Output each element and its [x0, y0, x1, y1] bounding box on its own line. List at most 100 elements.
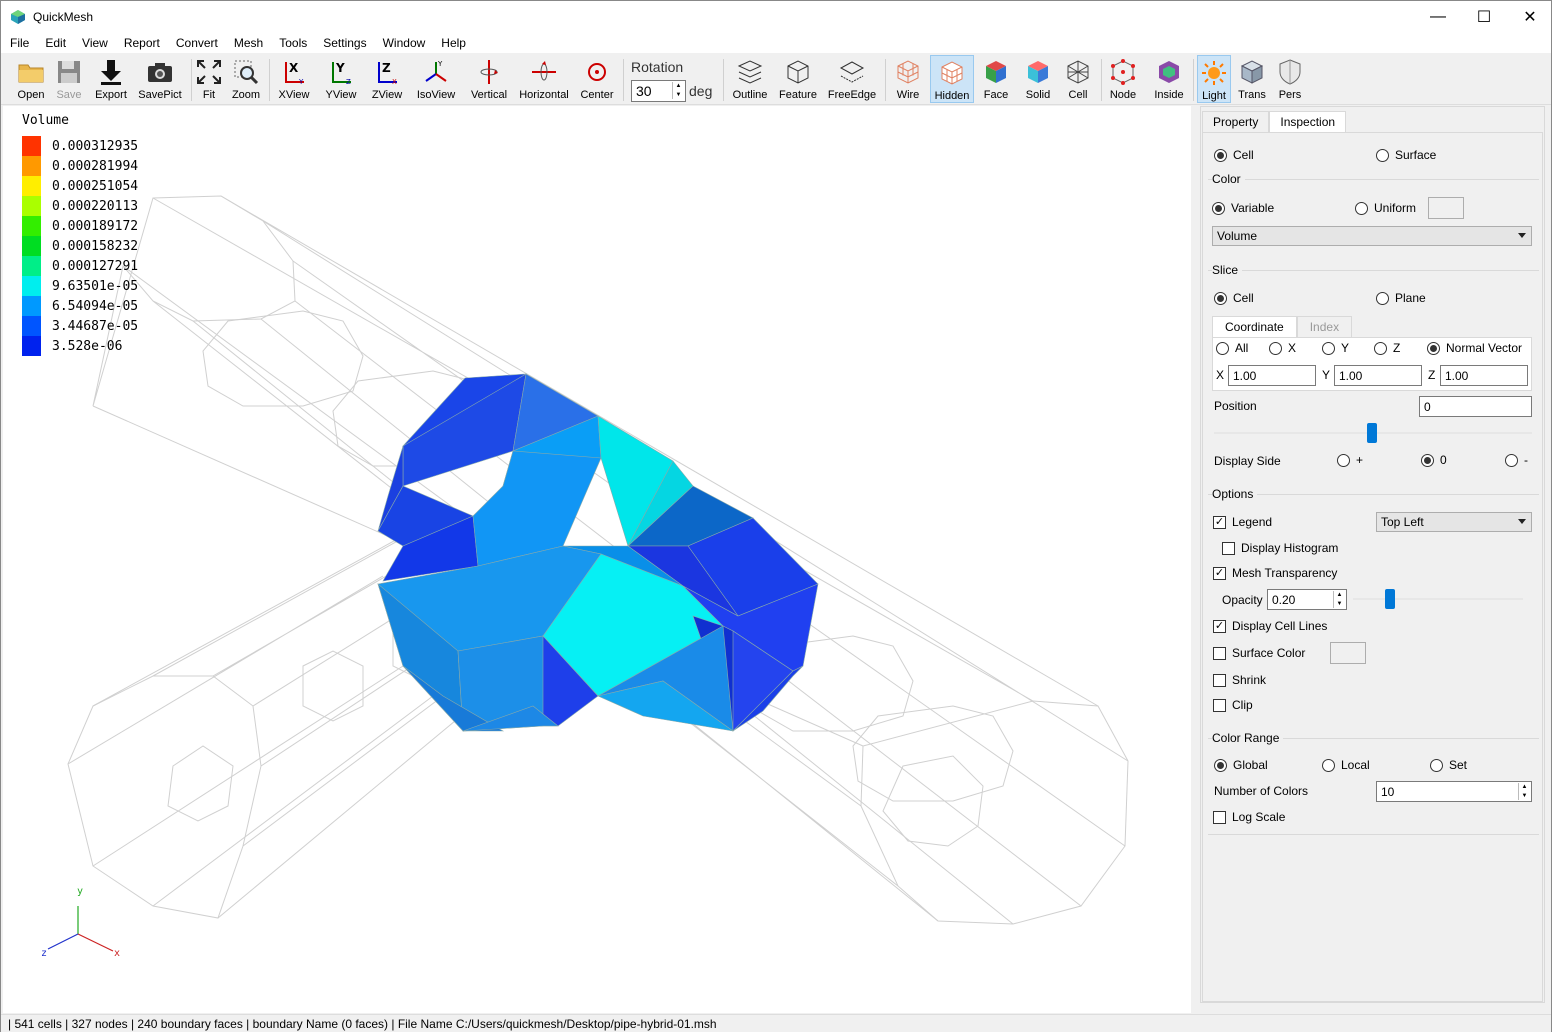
node-button[interactable]: Node [1105, 55, 1141, 103]
menu-report[interactable]: Report [116, 36, 168, 50]
range-set-radio[interactable]: Set [1430, 758, 1467, 772]
y-axis-view-icon: YZ [332, 61, 351, 86]
num-colors-spinner[interactable]: ▲ ▼ [1518, 783, 1530, 800]
side-minus-radio[interactable]: - [1505, 453, 1528, 467]
mode-surface-radio[interactable]: Surface [1376, 148, 1436, 162]
rotation-spinner[interactable]: ▲ ▼ [672, 82, 684, 99]
slice-all-radio[interactable]: All [1216, 341, 1248, 355]
mode-cell-radio[interactable]: Cell [1214, 148, 1254, 162]
mesh-render[interactable] [3, 106, 1191, 1013]
shrink-checkbox[interactable]: Shrink [1213, 673, 1266, 687]
menu-tools[interactable]: Tools [271, 36, 315, 50]
inside-button[interactable]: Inside [1149, 55, 1189, 103]
vertical-rotate-button[interactable]: Vertical [466, 55, 512, 103]
range-local-radio[interactable]: Local [1322, 758, 1370, 772]
side-plus-radio[interactable]: + [1337, 453, 1363, 467]
legend-value: 0.000312935 [52, 138, 139, 154]
side-zero-radio[interactable]: 0 [1421, 453, 1447, 467]
variable-select[interactable]: Volume [1212, 226, 1532, 246]
slice-z-radio[interactable]: Z [1374, 341, 1400, 355]
zview-button[interactable]: ZX ZView [367, 55, 407, 103]
normal-z-input[interactable]: 1.00 [1440, 365, 1528, 386]
menu-file[interactable]: File [1, 36, 37, 50]
opacity-slider-thumb[interactable] [1385, 589, 1395, 609]
histogram-checkbox[interactable]: Display Histogram [1222, 541, 1338, 555]
rotation-angle-input[interactable]: 30 ▲ ▼ [631, 80, 686, 102]
tab-property[interactable]: Property [1202, 111, 1270, 133]
cell-button[interactable]: Cell [1061, 55, 1095, 103]
toolbar: Open Save Export SavePict Fit Zoom XY XV… [1, 53, 1551, 105]
zoom-button[interactable]: Zoom [228, 55, 264, 103]
open-button[interactable]: Open [13, 55, 49, 103]
tab-index[interactable]: Index [1296, 316, 1353, 337]
slice-cell-radio[interactable]: Cell [1214, 291, 1254, 305]
freeedge-button[interactable]: FreeEdge [825, 55, 879, 103]
solid-button[interactable]: Solid [1019, 55, 1057, 103]
opacity-slider-track[interactable] [1353, 598, 1523, 600]
light-button[interactable]: Light [1197, 55, 1231, 103]
export-button[interactable]: Export [91, 55, 131, 103]
opacity-input[interactable]: 0.20 ▲ ▼ [1267, 589, 1347, 610]
menu-settings[interactable]: Settings [315, 36, 374, 50]
uniform-color-button[interactable] [1428, 197, 1464, 219]
trans-button[interactable]: Trans [1234, 55, 1270, 103]
legend-entry: 0.000220113 [22, 196, 138, 216]
tab-coordinate[interactable]: Coordinate [1212, 316, 1297, 337]
slice-plane-radio[interactable]: Plane [1376, 291, 1426, 305]
menu-window[interactable]: Window [375, 36, 434, 50]
legend-swatch [22, 236, 41, 256]
position-input[interactable]: 0 [1419, 396, 1532, 417]
3d-viewport[interactable]: y x z [3, 106, 1191, 1013]
surface-color-button[interactable] [1330, 642, 1366, 664]
position-slider-thumb[interactable] [1367, 423, 1377, 443]
x-axis-view-icon: XY [285, 61, 304, 86]
options-group-title: Options [1212, 487, 1258, 501]
slice-x-radio[interactable]: X [1269, 341, 1296, 355]
color-variable-radio[interactable]: Variable [1212, 201, 1274, 215]
menu-convert[interactable]: Convert [168, 36, 226, 50]
svg-text:X: X [392, 78, 397, 86]
wire-button[interactable]: Wire [890, 55, 926, 103]
menu-edit[interactable]: Edit [37, 36, 74, 50]
slice-normal-radio[interactable]: Normal Vector [1427, 341, 1522, 355]
mesh-transparency-checkbox[interactable]: ✓ Mesh Transparency [1213, 566, 1337, 580]
hidden-button[interactable]: Hidden [930, 55, 974, 103]
normal-x-input[interactable]: 1.00 [1228, 365, 1316, 386]
legend-swatch [22, 316, 41, 336]
range-global-radio[interactable]: Global [1214, 758, 1268, 772]
legend-position-select[interactable]: Top Left [1376, 512, 1532, 532]
menu-view[interactable]: View [74, 36, 116, 50]
normal-z-label: Z [1428, 368, 1436, 382]
feature-button[interactable]: Feature [775, 55, 821, 103]
normal-y-input[interactable]: 1.00 [1334, 365, 1422, 386]
yview-button[interactable]: YZ YView [321, 55, 361, 103]
rotation-label: Rotation [631, 59, 684, 75]
opacity-spinner[interactable]: ▲ ▼ [1333, 591, 1345, 608]
close-button[interactable]: ✕ [1507, 1, 1552, 32]
pers-button[interactable]: Pers [1273, 55, 1307, 103]
surface-color-checkbox[interactable]: Surface Color [1213, 646, 1305, 660]
outline-button[interactable]: Outline [729, 55, 771, 103]
legend-entry: 6.54094e-05 [22, 296, 138, 316]
display-side-label: Display Side [1214, 454, 1281, 468]
fit-button[interactable]: Fit [194, 55, 224, 103]
cell-lines-checkbox[interactable]: ✓ Display Cell Lines [1213, 619, 1327, 633]
legend-checkbox[interactable]: ✓ Legend [1213, 515, 1272, 529]
log-scale-checkbox[interactable]: Log Scale [1213, 810, 1285, 824]
face-button[interactable]: Face [978, 55, 1014, 103]
num-colors-input[interactable]: 10 ▲ ▼ [1376, 781, 1532, 802]
isoview-button[interactable]: Y IsoView [413, 55, 459, 103]
save-button[interactable]: Save [51, 55, 87, 103]
clip-checkbox[interactable]: Clip [1213, 698, 1253, 712]
maximize-button[interactable]: ☐ [1461, 1, 1507, 32]
minimize-button[interactable]: — [1415, 1, 1461, 32]
center-rotate-button[interactable]: Center [577, 55, 617, 103]
menu-help[interactable]: Help [433, 36, 474, 50]
xview-button[interactable]: XY XView [274, 55, 314, 103]
menu-mesh[interactable]: Mesh [226, 36, 271, 50]
savepict-button[interactable]: SavePict [136, 55, 184, 103]
horizontal-rotate-button[interactable]: Horizontal [516, 55, 572, 103]
slice-y-radio[interactable]: Y [1322, 341, 1349, 355]
color-uniform-radio[interactable]: Uniform [1355, 201, 1416, 215]
tab-inspection[interactable]: Inspection [1269, 111, 1347, 133]
